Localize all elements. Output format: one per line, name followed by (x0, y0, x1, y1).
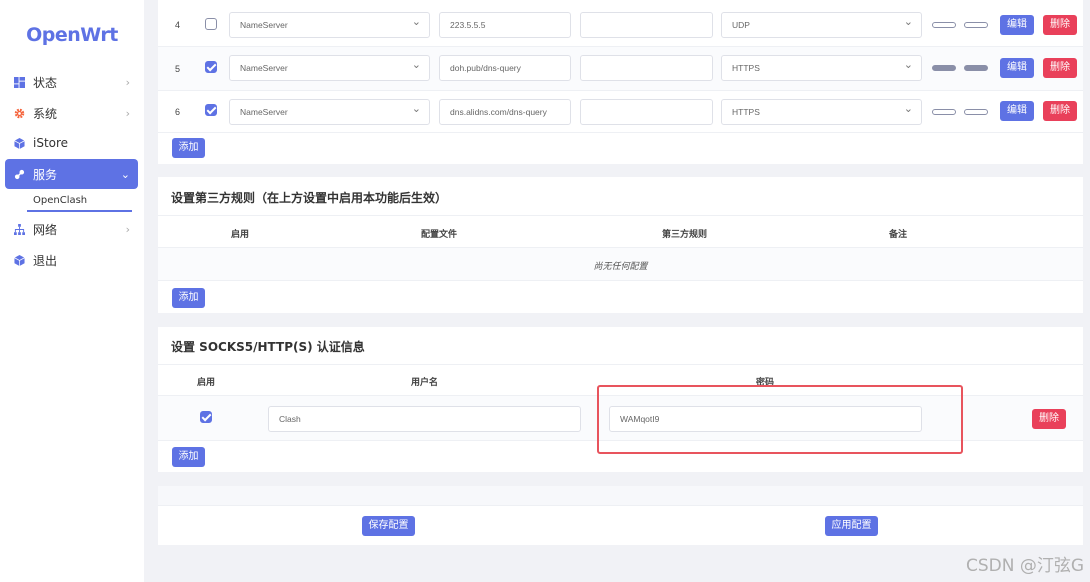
protocol-select[interactable]: UDP (721, 12, 922, 38)
username-input[interactable]: Clash (268, 406, 581, 432)
highlight-box (597, 385, 963, 454)
toggle-switch[interactable] (932, 109, 956, 115)
delete-button[interactable]: 删除 (1043, 15, 1077, 35)
chevron-right-icon: › (125, 75, 130, 89)
enable-checkbox[interactable] (205, 61, 217, 73)
protocol-select[interactable]: HTTPS (721, 55, 922, 81)
enable-checkbox[interactable] (205, 18, 217, 30)
third-party-rules-panel: 设置第三方规则（在上方设置中启用本功能后生效） 启用 配置文件 第三方规则 备注… (158, 177, 1083, 313)
server-group-select[interactable]: NameServer (229, 99, 430, 125)
add-rule-button[interactable]: 添加 (172, 288, 205, 308)
server-port-input[interactable] (580, 12, 713, 38)
sidebar-item-services[interactable]: 服务 ⌄ (5, 159, 138, 189)
enable-checkbox[interactable] (205, 104, 217, 116)
sidebar-subitem-openclash[interactable]: OpenClash (33, 195, 87, 206)
server-group-select[interactable]: NameServer (229, 55, 430, 81)
cube-icon (14, 137, 25, 149)
sidebar-item-label: 网络 (33, 222, 58, 237)
save-config-button[interactable]: 保存配置 (362, 516, 415, 536)
table-row: 6 NameServer dns.alidns.com/dns-query HT… (158, 91, 1083, 133)
network-icon (14, 223, 25, 235)
server-port-input[interactable] (580, 55, 713, 81)
row-index: 4 (175, 20, 181, 30)
toggle-switch[interactable] (932, 22, 956, 28)
watermark: CSDN @汀弦G (965, 556, 1084, 576)
section-title: 设置第三方规则（在上方设置中启用本功能后生效） (171, 191, 448, 205)
section-title: 设置 SOCKS5/HTTP(S) 认证信息 (171, 340, 365, 354)
sidebar-item-label: 退出 (33, 253, 58, 268)
dns-server-panel: 4 NameServer 223.5.5.5 UDP 编辑 删除 5 NameS… (158, 0, 1083, 164)
gear-icon (14, 108, 25, 118)
delete-button[interactable]: 删除 (1043, 58, 1077, 78)
server-address-input[interactable]: doh.pub/dns-query (439, 55, 571, 81)
sidebar-item-label: 状态 (33, 75, 58, 90)
services-icon (14, 169, 25, 179)
sidebar: OpenWrt 状态 › 系统 › iStore 服务 ⌄ OpenClash … (0, 0, 144, 582)
toggle-switch[interactable] (964, 22, 988, 28)
active-indicator (27, 210, 132, 212)
table-header: 启用 配置文件 第三方规则 备注 (158, 215, 1083, 248)
table-row: 4 NameServer 223.5.5.5 UDP 编辑 删除 (158, 3, 1083, 47)
edit-button[interactable]: 编辑 (1000, 101, 1034, 121)
row-index: 5 (175, 64, 181, 74)
openwrt-logo[interactable]: OpenWrt (0, 24, 144, 46)
empty-message: 尚无任何配置 (593, 262, 648, 272)
chevron-down-icon: ⌄ (120, 167, 130, 181)
sidebar-item-label: 服务 (33, 167, 58, 182)
edit-button[interactable]: 编辑 (1000, 15, 1034, 35)
column-header: 配置文件 (421, 230, 458, 240)
table-row: 5 NameServer doh.pub/dns-query HTTPS 编辑 … (158, 47, 1083, 91)
server-port-input[interactable] (580, 99, 713, 125)
sidebar-item-label: 系统 (33, 106, 58, 121)
server-address-input[interactable]: 223.5.5.5 (439, 12, 571, 38)
sidebar-item-istore[interactable]: iStore (5, 128, 138, 158)
delete-button[interactable]: 删除 (1032, 409, 1066, 429)
toggle-switch[interactable] (932, 65, 956, 71)
toggle-switch[interactable] (964, 65, 988, 71)
column-header: 备注 (889, 230, 908, 240)
add-server-button[interactable]: 添加 (172, 138, 205, 158)
sidebar-item-logout[interactable]: 退出 (5, 245, 138, 275)
protocol-select[interactable]: HTTPS (721, 99, 922, 125)
delete-button[interactable]: 删除 (1043, 101, 1077, 121)
chevron-right-icon: › (125, 106, 130, 120)
chevron-right-icon: › (125, 222, 130, 236)
toggle-switch[interactable] (964, 109, 988, 115)
row-index: 6 (175, 107, 181, 117)
sidebar-item-network[interactable]: 网络 › (5, 214, 138, 244)
sidebar-item-label: iStore (33, 136, 69, 150)
action-bar-header (158, 486, 1083, 506)
column-header: 用户名 (411, 378, 439, 388)
action-bar: 保存配置 应用配置 (158, 486, 1083, 545)
sidebar-item-status[interactable]: 状态 › (5, 67, 138, 97)
apply-config-button[interactable]: 应用配置 (825, 516, 878, 536)
column-header: 启用 (231, 230, 250, 240)
add-auth-button[interactable]: 添加 (172, 447, 205, 467)
column-header: 启用 (197, 378, 216, 388)
enable-checkbox[interactable] (200, 411, 212, 423)
column-header: 第三方规则 (662, 230, 708, 240)
dashboard-icon (14, 76, 25, 88)
sidebar-item-system[interactable]: 系统 › (5, 98, 138, 128)
edit-button[interactable]: 编辑 (1000, 58, 1034, 78)
logout-icon (14, 254, 25, 266)
server-group-select[interactable]: NameServer (229, 12, 430, 38)
empty-row: 尚无任何配置 (158, 248, 1083, 281)
server-address-input[interactable]: dns.alidns.com/dns-query (439, 99, 571, 125)
